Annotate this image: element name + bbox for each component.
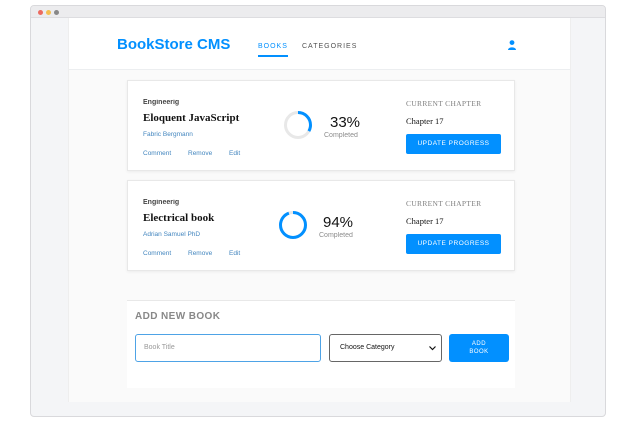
progress-percent: 94% (323, 214, 354, 231)
completed-label: Completed (319, 232, 353, 239)
book-card: Engineerig Electrical book Adrian Samuel… (127, 180, 515, 271)
current-chapter-label: CURRENT CHAPTER (406, 99, 482, 108)
comment-link[interactable]: Comment (143, 250, 171, 257)
remove-link[interactable]: Remove (188, 250, 212, 257)
add-book-heading: ADD NEW BOOK (135, 311, 221, 322)
chevron-down-icon (429, 346, 436, 351)
update-progress-button[interactable]: UPDATE PROGRESS (406, 134, 501, 154)
book-actions: Comment Remove Edit (143, 250, 255, 257)
book-card: Engineerig Eloquent JavaScript Fabric Be… (127, 80, 515, 171)
category-select[interactable]: Choose Category (329, 334, 442, 362)
progress-percent: 33% (330, 114, 361, 131)
close-window-dot[interactable] (38, 10, 43, 15)
header: BookStore CMS BOOKS CATEGORIES (69, 18, 570, 70)
book-title-input[interactable]: Book Title (135, 334, 321, 362)
book-author[interactable]: Fabric Bergmann (143, 131, 193, 138)
remove-link[interactable]: Remove (188, 150, 212, 157)
current-chapter: Chapter 17 (406, 216, 444, 226)
user-icon[interactable] (506, 39, 518, 51)
book-genre: Engineerig (143, 99, 180, 106)
book-title: Eloquent JavaScript (143, 112, 240, 124)
edit-link[interactable]: Edit (229, 150, 240, 157)
browser-window: BookStore CMS BOOKS CATEGORIES Engineeri… (30, 5, 606, 417)
category-selected-value: Choose Category (340, 344, 395, 351)
update-progress-button[interactable]: UPDATE PROGRESS (406, 234, 501, 254)
book-genre: Engineerig (143, 199, 180, 206)
book-actions: Comment Remove Edit (143, 150, 255, 157)
brand-logo[interactable]: BookStore CMS (117, 36, 230, 53)
current-chapter-label: CURRENT CHAPTER (406, 199, 482, 208)
current-chapter: Chapter 17 (406, 116, 444, 126)
add-book-button[interactable]: ADD BOOK (449, 334, 509, 362)
add-book-form: ADD NEW BOOK Book Title Choose Category … (127, 300, 515, 388)
maximize-window-dot[interactable] (54, 10, 59, 15)
browser-titlebar (31, 6, 605, 18)
comment-link[interactable]: Comment (143, 150, 171, 157)
nav-books[interactable]: BOOKS (258, 43, 288, 57)
completed-label: Completed (324, 132, 358, 139)
book-title: Electrical book (143, 212, 215, 224)
progress-ring (279, 211, 307, 239)
app-panel: BookStore CMS BOOKS CATEGORIES Engineeri… (68, 18, 571, 402)
progress-ring (284, 111, 312, 139)
nav-categories[interactable]: CATEGORIES (302, 43, 357, 50)
minimize-window-dot[interactable] (46, 10, 51, 15)
book-author[interactable]: Adrian Samuel PhD (143, 231, 200, 238)
edit-link[interactable]: Edit (229, 250, 240, 257)
